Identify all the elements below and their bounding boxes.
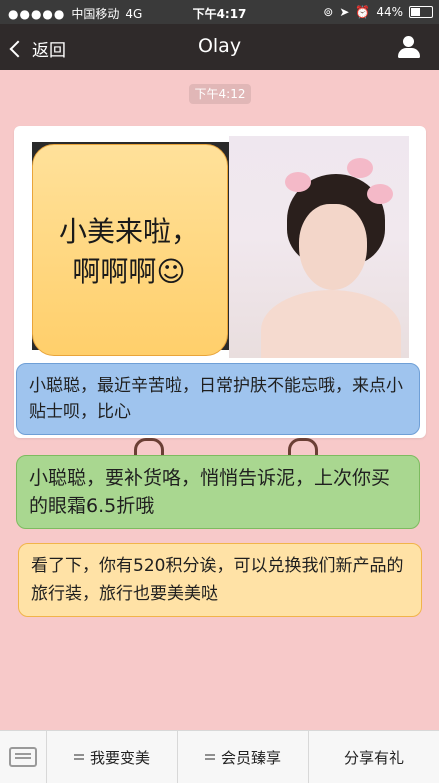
hair-flower-1 — [285, 172, 311, 192]
menu-item-become-beautiful[interactable]: 我要变美 — [47, 731, 178, 783]
message-text-3: 看了下，你有520积分诶，可以兑换我们新产品的旅行装，旅行也要美美哒 — [31, 556, 404, 604]
bottom-menu-bar: 我要变美 会员臻享 分享有礼 — [0, 730, 439, 783]
portrait-face — [299, 204, 367, 290]
menu-icon — [204, 752, 215, 762]
message-bubble-green: 小聪聪，要补货咯，悄悄告诉泥，上次你买的眼霜6.5折哦 — [16, 455, 420, 529]
keyboard-toggle-button[interactable] — [0, 731, 47, 783]
menu-item-share-gift[interactable]: 分享有礼 — [309, 731, 439, 783]
person-icon-body — [398, 48, 420, 58]
menu-icon — [73, 752, 84, 762]
battery-fill — [411, 8, 420, 16]
hair-flower-3 — [367, 184, 393, 204]
menu-item-label: 会员臻享 — [220, 748, 281, 767]
sticker-text: 小美来啦， 啊啊啊☺ — [32, 212, 226, 292]
message-bubble-blue: 小聪聪，最近辛苦啦，日常护肤不能忘哦，来点小贴士呗，比心 — [16, 363, 420, 435]
rotation-lock-icon: ⊚ — [323, 5, 334, 19]
status-right: ⊚ ➤ ⏰ 44% — [323, 5, 433, 19]
portrait-shoulders — [261, 290, 401, 358]
menu-item-member-benefits[interactable]: 会员臻享 — [178, 731, 309, 783]
message-bubble-orange: 看了下，你有520积分诶，可以兑换我们新产品的旅行装，旅行也要美美哒 — [18, 543, 422, 617]
menu-item-label: 我要变美 — [89, 748, 150, 767]
location-icon: ➤ — [339, 5, 350, 19]
status-bar: ●●●●● 中国移动 4G 下午4:17 ⊚ ➤ ⏰ 44% — [0, 0, 439, 24]
keyboard-icon — [9, 747, 37, 767]
sticker-line-1: 小美来啦， — [58, 215, 199, 248]
portrait-photo — [229, 136, 409, 358]
message-text-2: 小聪聪，要补货咯，悄悄告诉泥，上次你买的眼霜6.5折哦 — [29, 467, 391, 517]
menu-item-label: 分享有礼 — [343, 748, 404, 767]
page-title: Olay — [197, 35, 242, 57]
sticker-line-2: 啊啊啊☺ — [72, 255, 186, 288]
chat-timestamp: 下午4:12 — [189, 84, 251, 104]
person-icon-head — [403, 36, 414, 47]
profile-button[interactable] — [397, 36, 421, 58]
message-text-1: 小聪聪，最近辛苦啦，日常护肤不能忘哦，来点小贴士呗，比心 — [29, 376, 403, 422]
hair-flower-2 — [347, 158, 373, 178]
battery-icon — [409, 6, 433, 18]
navigation-bar: 返回 Olay — [0, 24, 439, 70]
alarm-icon: ⏰ — [355, 5, 371, 19]
battery-percentage: 44% — [376, 5, 403, 19]
